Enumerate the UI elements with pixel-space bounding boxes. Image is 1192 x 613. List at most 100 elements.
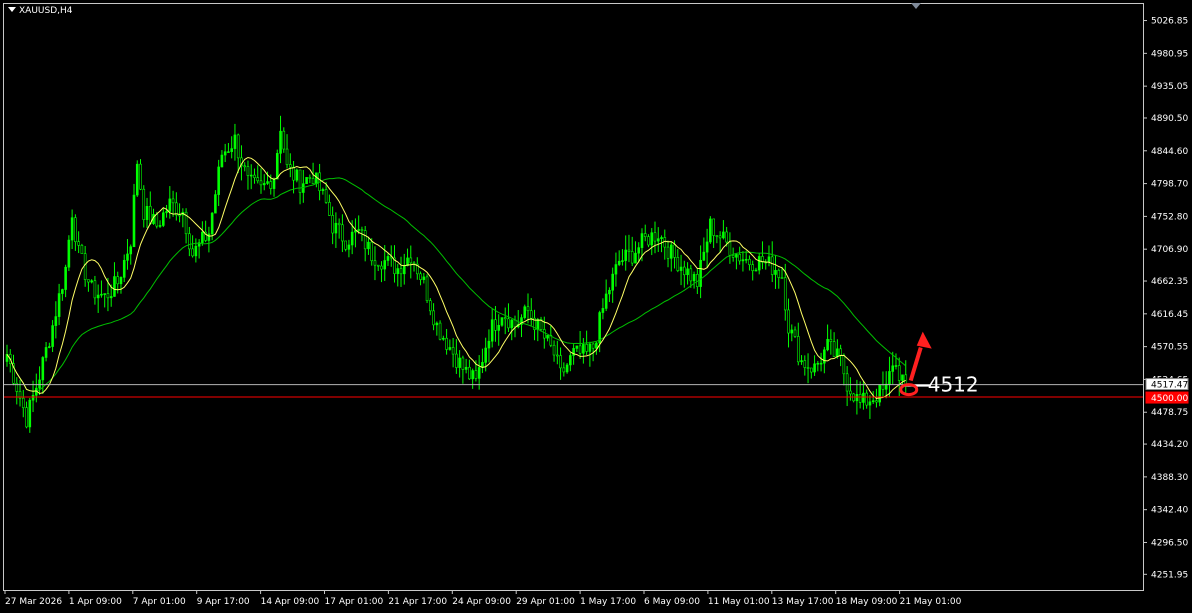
up-arrow-icon (916, 331, 932, 349)
annotation-circle (899, 383, 919, 397)
candle-body (816, 362, 820, 365)
candle-body (542, 329, 546, 339)
candle-body (334, 222, 338, 234)
candle-body (813, 363, 816, 373)
candle-body (419, 273, 422, 280)
x-tick-label: 21 May 01:00 (900, 597, 962, 607)
candle-body (871, 400, 875, 403)
candle-body (96, 294, 100, 299)
x-tick-label: 24 Apr 09:00 (452, 597, 511, 607)
candle-body (796, 336, 800, 363)
candle-body (367, 241, 370, 250)
candle-body (38, 379, 41, 389)
candle-body (109, 296, 113, 299)
candle-body (614, 264, 618, 275)
candle-body (380, 265, 383, 270)
candle-body (285, 148, 289, 165)
candle-body (341, 224, 344, 242)
candle-body (464, 366, 468, 370)
candle-body (621, 260, 624, 262)
candle-body (725, 231, 728, 243)
candle-body (31, 394, 35, 401)
candle-body (315, 172, 318, 185)
candle-body (275, 153, 279, 180)
chart-window[interactable]: XAUUSD,H4 5026.85 4980.95 4935.05 4890.50 48… (0, 0, 1192, 613)
y-tick-label: 4706.90 (1151, 245, 1188, 255)
y-tick-label: 4434.20 (1151, 440, 1188, 450)
annotation: 4512 (899, 331, 979, 397)
candle-body (282, 130, 286, 150)
candle-body (145, 205, 149, 220)
candle-body (402, 265, 406, 275)
candle-body (194, 245, 198, 257)
candle-body (148, 205, 152, 224)
x-tick-label: 7 Apr 01:00 (133, 597, 186, 607)
candle-body (93, 280, 97, 299)
candle-body (770, 256, 774, 275)
candle-body (67, 239, 71, 268)
annotation-price-label: 4512 (928, 373, 979, 397)
candle-body (249, 174, 253, 177)
candle-body (679, 266, 683, 271)
candle-body (500, 317, 504, 326)
candle-body (715, 235, 719, 237)
candle-body (201, 231, 204, 243)
candle-body (862, 392, 865, 403)
candle-body (546, 335, 549, 339)
candle-body (578, 345, 582, 354)
candle-body (709, 218, 712, 243)
candle-body (122, 260, 126, 278)
candle-body (780, 277, 784, 279)
candle-body (731, 254, 735, 258)
candle-body (800, 360, 803, 363)
candle-body (484, 347, 487, 363)
candle-body (510, 319, 514, 329)
candle-body (849, 390, 852, 395)
candle-body (624, 249, 628, 261)
candle-body (455, 353, 458, 368)
candle-body (783, 277, 787, 311)
x-tick-label: 6 May 09:00 (644, 597, 700, 607)
candle-body (487, 340, 491, 349)
candle-body (787, 309, 790, 334)
candle-body (686, 268, 689, 276)
candle-body (503, 317, 507, 320)
y-tick-label: 4251.95 (1151, 570, 1188, 580)
x-tick-label: 21 Apr 17:00 (388, 597, 447, 607)
candle-body (432, 310, 435, 326)
y-tick-label: 4890.50 (1151, 114, 1188, 124)
candle-body (774, 270, 777, 275)
y-tick-label: 4662.35 (1151, 277, 1188, 287)
candle-body (64, 266, 67, 290)
candle-body (640, 233, 644, 248)
candle-body (48, 346, 51, 348)
candle-body (298, 169, 302, 193)
candle-body (175, 202, 178, 216)
candle-body (438, 322, 442, 340)
y-tick-label: 4616.45 (1151, 310, 1188, 320)
y-tick-label: 5026.85 (1151, 17, 1188, 27)
y-tick-label: 4980.95 (1151, 49, 1188, 59)
candle-body (552, 344, 556, 356)
candle-body (569, 355, 572, 366)
candle-body (490, 319, 494, 342)
x-tick-label: 13 May 17:00 (772, 597, 834, 607)
candle-body (142, 188, 146, 220)
candle-body (119, 277, 123, 285)
candle-body (246, 166, 250, 176)
price-chart[interactable]: 5026.85 4980.95 4935.05 4890.50 4844.60 4798.… (0, 0, 1192, 613)
candle-body (689, 268, 693, 282)
candle-body (262, 183, 266, 186)
candle-body (171, 198, 175, 204)
candle-body (699, 259, 702, 287)
x-tick-label: 17 Apr 01:00 (325, 597, 384, 607)
candle-body (370, 241, 374, 262)
candle-body (220, 154, 224, 168)
candle-body (604, 293, 608, 309)
candle-body (344, 240, 347, 250)
candle-body (106, 293, 110, 299)
candle-body (829, 338, 833, 342)
candle-body (25, 407, 28, 428)
candle-body (21, 397, 25, 408)
candle-body (634, 252, 637, 264)
